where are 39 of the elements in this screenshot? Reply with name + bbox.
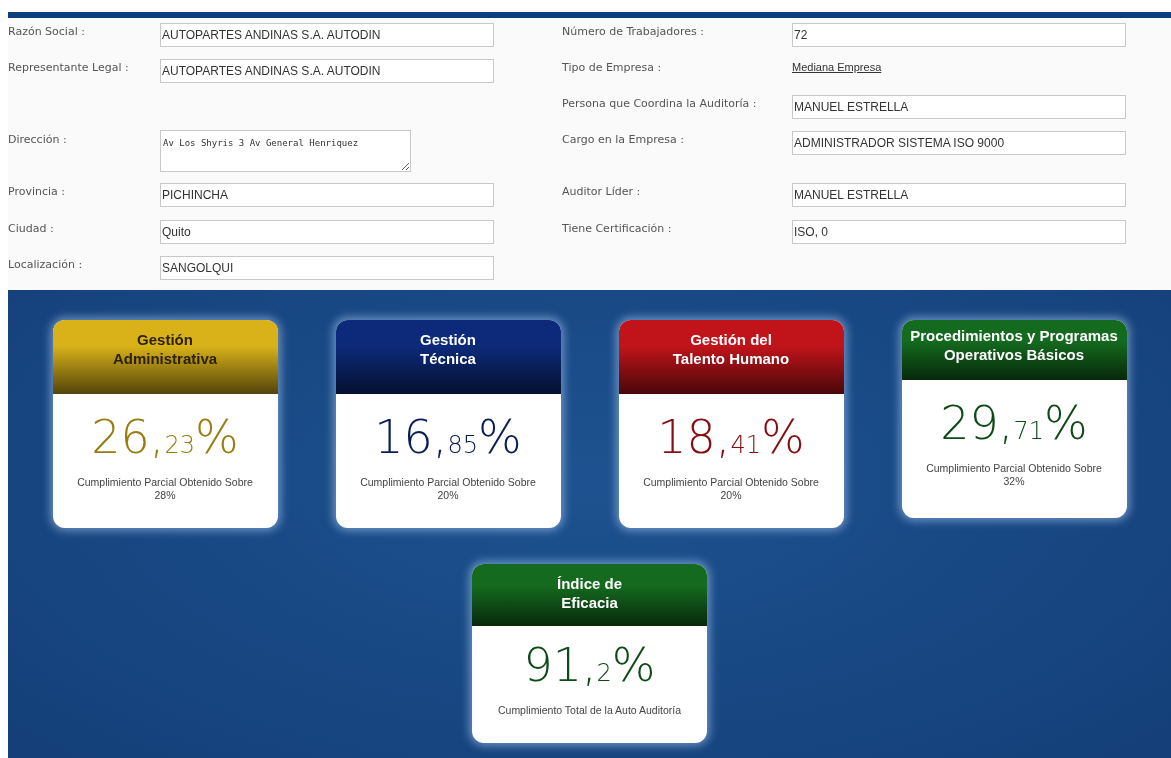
input-field[interactable]: MANUEL ESTRELLA [792,183,1126,207]
field-label: Tiene Certificación : [562,222,672,235]
card-title: Procedimientos y Programas Operativos Básicos [910,326,1118,364]
company-type-link[interactable]: Mediana Empresa [792,61,882,73]
field-label: Persona que Coordina la Auditoría : [562,97,757,110]
card-title: Gestión Administrativa [112,330,218,368]
percentage-value: 26,23% [91,410,239,466]
field-label: Localización : [8,258,83,271]
field-label: Razón Social : [8,25,85,38]
card-title: Índice de Eficacia [557,574,622,612]
field-label: Ciudad : [8,222,54,235]
card-title: Gestión Técnica [420,330,476,368]
percentage-value: 29,71% [940,396,1088,452]
input-field[interactable]: PICHINCHA [160,183,494,207]
input-field[interactable]: MANUEL ESTRELLA [792,95,1126,119]
card-title: Gestión del Talento Humano [672,330,790,368]
percentage-value: 16,85% [374,410,522,466]
card-caption: Cumplimiento Parcial Obtenido Sobre 32% [925,462,1103,488]
percentage-value: 91,2% [523,638,656,694]
field-label: Cargo en la Empresa : [562,133,684,146]
field-label: Provincia : [8,185,66,198]
input-field[interactable]: 72 [792,23,1126,47]
input-field[interactable]: Quito [160,220,494,244]
input-field[interactable]: ISO, 0 [792,220,1126,244]
card-caption: Cumplimiento Parcial Obtenido Sobre 20% [642,476,820,502]
card-caption: Cumplimiento Parcial Obtenido Sobre 20% [359,476,537,502]
card-caption: Cumplimiento Total de la Auto Auditoría [496,704,683,717]
input-field[interactable]: AUTOPARTES ANDINAS S.A. AUTODIN [160,59,494,83]
field-label: Auditor Líder : [562,185,641,198]
input-field[interactable]: SANGOLQUI [160,256,494,280]
field-label: Representante Legal : [8,61,129,74]
percentage-value: 18,41% [657,410,805,466]
field-label: Dirección : [8,133,67,146]
card-caption: Cumplimiento Parcial Obtenido Sobre 28% [76,476,254,502]
field-label: Tipo de Empresa : [562,61,662,74]
input-field[interactable]: ADMINISTRADOR SISTEMA ISO 9000 [792,131,1126,155]
input-field[interactable]: AUTOPARTES ANDINAS S.A. AUTODIN [160,23,494,47]
address-field[interactable]: Av Los Shyris 3 Av General Henriquez [160,130,411,172]
field-label: Número de Trabajadores : [562,25,705,38]
